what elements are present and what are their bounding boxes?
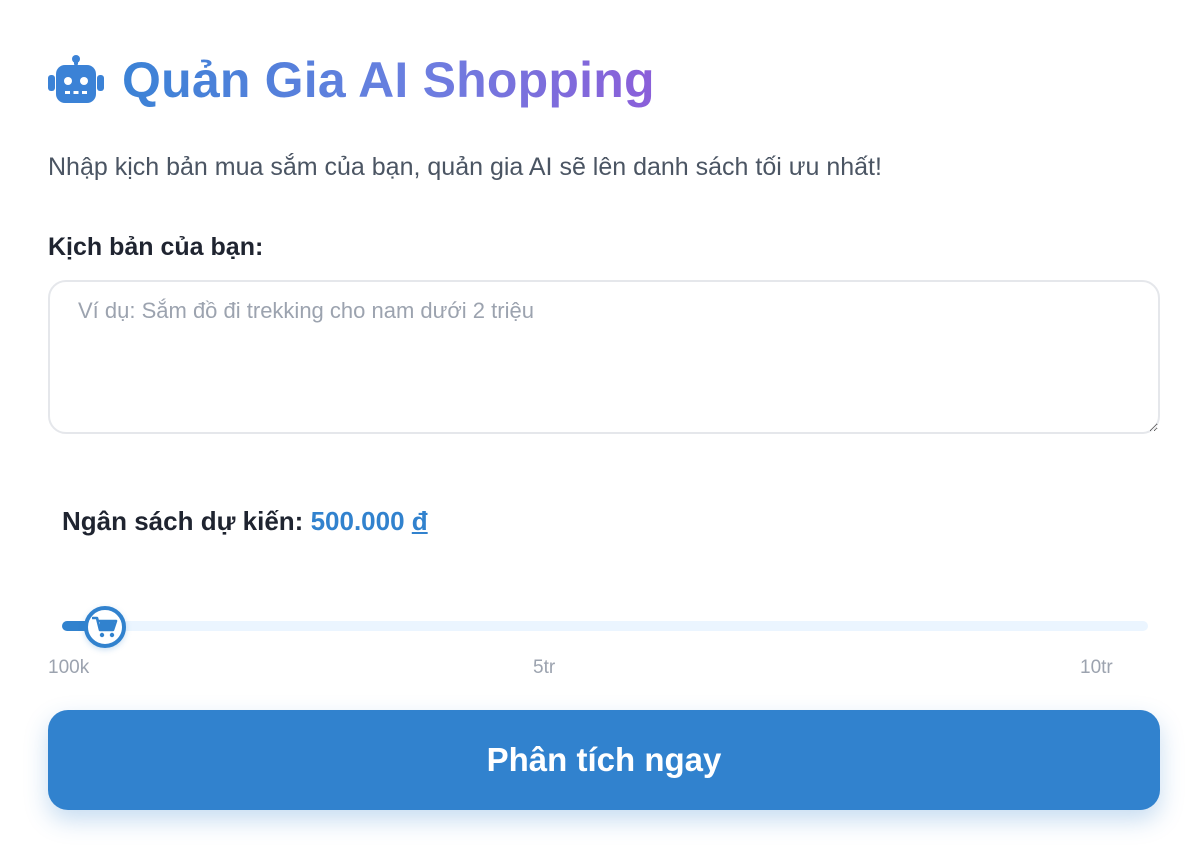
- slider-thumb[interactable]: [84, 606, 126, 648]
- slider-tick-max: 10tr: [1080, 657, 1113, 678]
- cart-icon: [92, 616, 118, 638]
- shopping-assistant-page: Quản Gia AI Shopping Nhập kịch bản mua s…: [0, 0, 1200, 853]
- budget-label: Ngân sách dự kiến:: [62, 506, 304, 536]
- header: Quản Gia AI Shopping: [48, 48, 655, 112]
- scenario-label: Kịch bản của bạn:: [48, 233, 264, 261]
- budget-value: 500.000: [310, 506, 405, 536]
- robot-icon: [48, 55, 104, 103]
- scenario-field: [48, 280, 1160, 434]
- analyze-button[interactable]: Phân tích ngay: [48, 710, 1160, 810]
- scenario-textarea[interactable]: [48, 280, 1160, 434]
- budget-slider[interactable]: [62, 606, 1148, 648]
- slider-tick-mid: 5tr: [533, 657, 556, 678]
- slider-track[interactable]: [62, 621, 1148, 631]
- page-subtitle: Nhập kịch bản mua sắm của bạn, quản gia …: [48, 153, 882, 181]
- slider-tick-min: 100k: [48, 657, 90, 678]
- budget-currency: đ: [411, 506, 428, 536]
- page-title: Quản Gia AI Shopping: [122, 48, 655, 112]
- budget-row: Ngân sách dự kiến: 500.000 đ: [62, 504, 428, 538]
